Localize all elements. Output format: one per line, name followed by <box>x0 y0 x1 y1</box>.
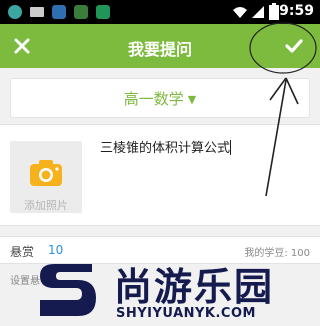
page-title: 我要提问 <box>127 40 192 59</box>
title-bar: 我要提问 <box>0 24 320 68</box>
battery-icon <box>269 3 279 20</box>
wifi-icon <box>233 7 247 18</box>
reward-label: 悬赏 <box>10 245 35 259</box>
mail-icon <box>30 7 44 17</box>
watermark-text: 尚游乐园 <box>114 265 275 309</box>
camera-icon <box>30 160 62 186</box>
watermark-logo <box>40 264 96 316</box>
add-photo-label: 添加照片 <box>24 199 68 212</box>
app-icon <box>8 5 22 19</box>
text-cursor <box>230 140 232 155</box>
watermark-url: SHYIYUANYK.COM <box>116 306 256 321</box>
question-area: 添加照片 三棱锥的体积计算公式 <box>0 124 320 226</box>
signal-icon <box>252 6 264 18</box>
add-photo-button[interactable]: 添加照片 <box>10 141 82 213</box>
checkmark-icon <box>285 39 303 53</box>
status-bar: 9:59 <box>0 0 320 24</box>
app-icon <box>52 5 66 19</box>
app-icon <box>74 5 88 19</box>
status-time: 9:59 <box>279 3 314 19</box>
question-input[interactable]: 三棱锥的体积计算公式 <box>100 137 232 156</box>
app-icon <box>96 5 110 19</box>
subject-label: 高一数学 <box>123 90 184 108</box>
reward-value: 10 <box>48 243 64 257</box>
dropdown-caret-icon: ▼ <box>187 93 197 106</box>
watermark: 尚游乐园 SHYIYUANYK.COM <box>36 256 320 326</box>
subject-selector[interactable]: 高一数学 ▼ <box>10 78 310 118</box>
submit-button[interactable] <box>278 30 310 62</box>
question-text: 三棱锥的体积计算公式 <box>100 141 231 156</box>
